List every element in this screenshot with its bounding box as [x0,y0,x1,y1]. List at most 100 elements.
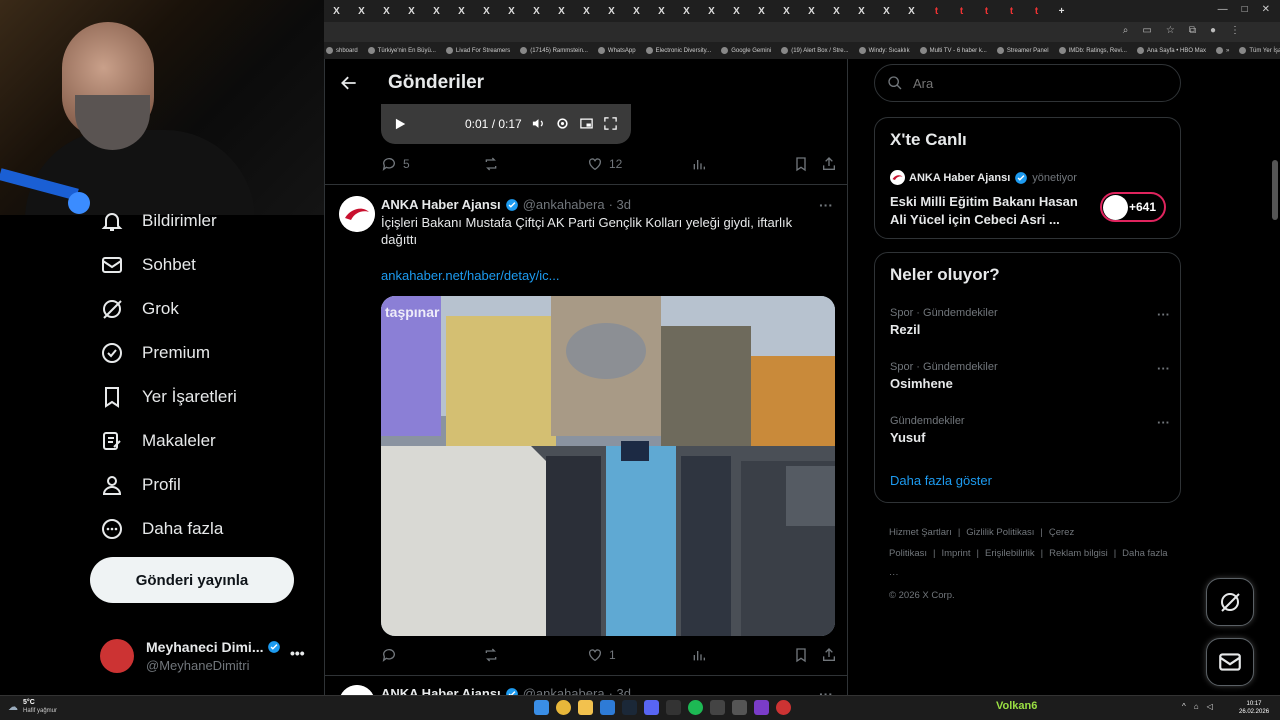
weather-widget[interactable]: ☁ 5°C Hafif yağmur [8,699,57,715]
bookmark-button[interactable] [793,647,809,663]
browser-tab[interactable]: X [324,0,349,22]
epic-icon[interactable] [710,700,725,715]
footer-link[interactable]: Erişilebilirlik [985,548,1035,559]
new-tab-button[interactable]: + [1049,0,1074,22]
tweet-more-icon[interactable]: ··· [819,686,833,695]
like-button[interactable]: 1 [587,647,616,663]
browser-tab[interactable]: X [874,0,899,22]
star-icon[interactable]: ☆ [1166,25,1175,42]
browser-tab[interactable]: X [674,0,699,22]
browser-tab[interactable]: X [774,0,799,22]
picture-in-picture-icon[interactable] [579,116,594,131]
bookmark-item[interactable]: (17145) Rammstein... [520,47,588,54]
browser-tab[interactable]: X [399,0,424,22]
footer-link[interactable]: Gizlilik Politikası [966,527,1034,538]
post-button[interactable]: Gönderi yayınla [90,557,294,603]
volume-icon[interactable] [531,116,546,131]
stream-app-icon[interactable] [754,700,769,715]
tweet-author-handle[interactable]: @ankahabera [523,197,605,212]
retweet-button[interactable] [483,647,499,663]
trend-more-icon[interactable]: ··· [1157,307,1170,322]
browser-tab[interactable]: X [599,0,624,22]
bookmark-item[interactable]: (19) Alert Box / Stre... [781,47,849,54]
fullscreen-icon[interactable] [603,116,618,131]
bookmark-item[interactable]: shboard [326,47,358,54]
minimize-icon[interactable]: — [1218,4,1228,15]
tweet-more-icon[interactable]: ··· [819,197,833,213]
browser-tab[interactable]: X [574,0,599,22]
browser-tab[interactable]: X [499,0,524,22]
browser-tab[interactable]: X [349,0,374,22]
live-listener-count[interactable]: +641 [1100,192,1166,222]
browser-tab[interactable]: X [899,0,924,22]
tweet-author-name[interactable]: ANKA Haber Ajansı [381,197,501,212]
search-input[interactable] [913,75,1153,91]
obs-icon[interactable] [732,700,747,715]
browser-tab[interactable]: t [974,0,999,22]
back-arrow-icon[interactable] [339,73,359,93]
bookmark-item[interactable]: Livad For Streamers [445,47,510,54]
bookmark-item[interactable]: Multi TV - 6 haber k... [919,47,987,54]
nav-item-profile[interactable]: Profil [100,470,181,500]
menu-icon[interactable]: ⋮ [1230,25,1240,42]
like-button[interactable]: 12 [587,156,622,172]
app-icon[interactable] [666,700,681,715]
browser-tab[interactable]: t [949,0,974,22]
browser-tab[interactable]: X [724,0,749,22]
bookmark-item[interactable]: Google Gemini [721,47,771,54]
edge-icon[interactable] [600,700,615,715]
retweet-button[interactable] [483,156,499,172]
bookmark-item[interactable]: IMDb: Ratings, Revi... [1058,47,1127,54]
browser-tab[interactable]: X [849,0,874,22]
browser-tab[interactable]: X [524,0,549,22]
tweet-author-handle[interactable]: @ankahabera [523,686,605,695]
nav-item-chat[interactable]: Sohbet [100,250,196,280]
browser-tab[interactable]: X [374,0,399,22]
tweet-author-name[interactable]: ANKA Haber Ajansı [381,686,501,695]
show-more-link[interactable]: Daha fazla göster [890,473,992,488]
app-icon[interactable] [776,700,791,715]
footer-link[interactable]: Hizmet Şartları [889,527,952,538]
trend-item[interactable]: Gündemdekiler Yusuf ··· [890,415,1170,445]
cast-icon[interactable]: ▭ [1142,25,1151,42]
browser-tab[interactable]: X [449,0,474,22]
browser-tab[interactable]: X [824,0,849,22]
browser-tab[interactable]: X [699,0,724,22]
footer-link[interactable]: Reklam bilgisi [1049,548,1108,559]
steam-icon[interactable] [622,700,637,715]
bookmark-item[interactable]: Tüm Yer İşaretleri [1239,47,1280,54]
tweet-time[interactable]: · 3d [609,686,631,695]
tweet-link[interactable]: ankahaber.net/haber/detay/ic... [381,268,560,283]
views-button[interactable] [691,647,707,663]
browser-tab[interactable]: X [749,0,774,22]
nav-item-notifications[interactable]: Bildirimler [100,206,217,236]
tweet-avatar[interactable] [339,685,375,695]
start-icon[interactable] [534,700,549,715]
browser-tab[interactable]: X [799,0,824,22]
bookmark-item[interactable]: Türkiye'nin En Büyü... [367,47,436,54]
bookmark-item[interactable]: Ana Sayfa • HBO Max [1136,47,1206,54]
clock[interactable]: 10:17 26.02.2026 [1239,700,1269,716]
browser-tab[interactable]: t [924,0,949,22]
bookmark-item[interactable]: WhatsApp [597,47,636,54]
trend-more-icon[interactable]: ··· [1157,415,1170,430]
bookmark-item[interactable]: » [1216,47,1229,54]
nav-item-more[interactable]: Daha fazla [100,514,223,544]
live-space-title[interactable]: Eski Milli Eğitim Bakanı Hasan Ali Yücel… [890,193,1090,229]
nav-item-articles[interactable]: Makaleler [100,426,216,456]
chevron-up-icon[interactable]: ^ [1182,702,1186,711]
share-button[interactable] [821,647,837,663]
messages-button[interactable] [1206,638,1254,686]
nav-item-bookmarks[interactable]: Yer İşaretleri [100,382,237,412]
trend-more-icon[interactable]: ··· [1157,361,1170,376]
network-icon[interactable]: ⌂ [1194,702,1199,711]
tweet-time[interactable]: · 3d [609,197,631,212]
chrome-icon[interactable] [556,700,571,715]
extensions-icon[interactable]: ⧉ [1189,25,1196,42]
nav-item-grok[interactable]: Grok [100,294,179,324]
views-button[interactable] [691,156,707,172]
trend-item[interactable]: Spor · Gündemdekiler Rezil ··· [890,307,1170,337]
browser-tab[interactable]: X [474,0,499,22]
close-icon[interactable]: ✕ [1262,4,1270,15]
play-icon[interactable] [393,117,407,131]
